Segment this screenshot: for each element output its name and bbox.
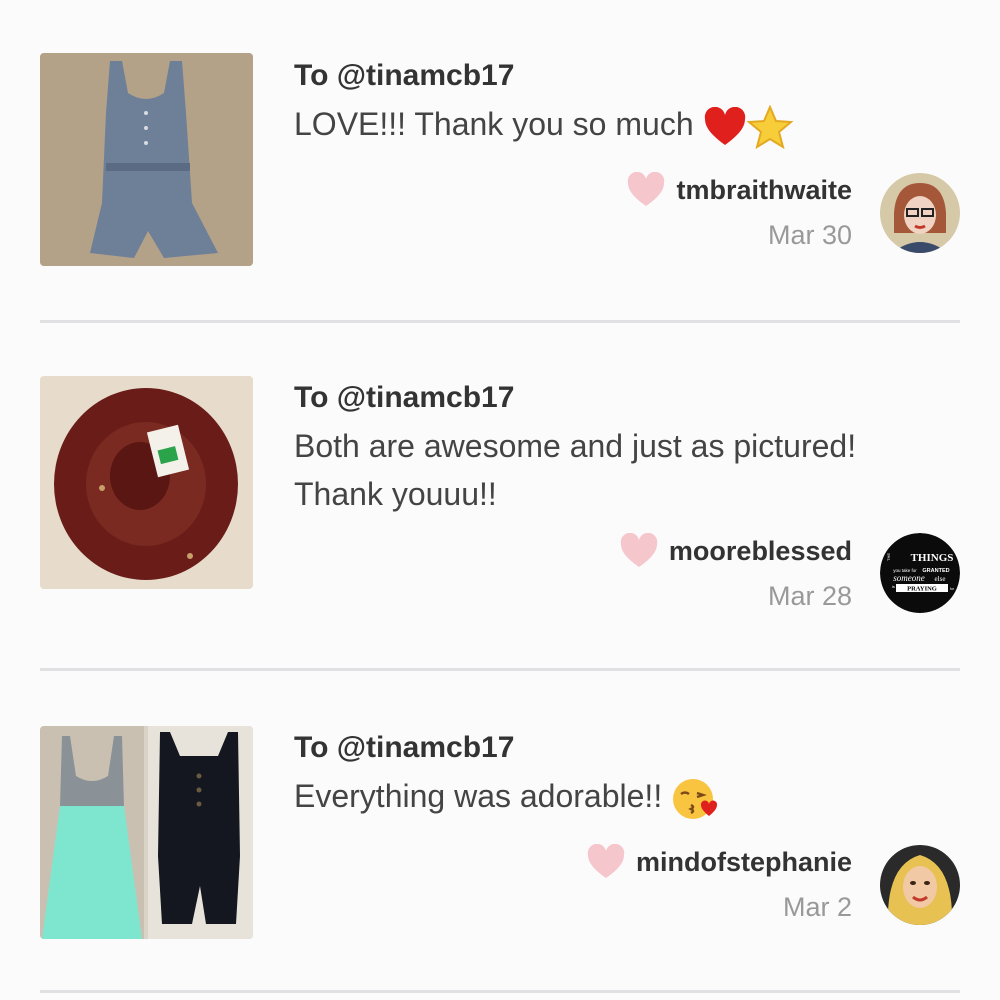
svg-text:else: else: [935, 575, 946, 583]
reviewer-avatar[interactable]: THINGS you take for GRANTED someone else…: [880, 533, 960, 613]
review-recipient: To @tinamcb17: [294, 381, 515, 414]
review-message: Both are awesome and just as pictured! T…: [294, 428, 857, 512]
review-date: Mar 28: [767, 581, 852, 611]
review-message: Everything was adorable!!: [294, 772, 960, 822]
divider: [40, 668, 960, 671]
divider: [40, 990, 960, 993]
like-heart-icon[interactable]: [626, 172, 666, 208]
reviewer-username[interactable]: tmbraithwaite: [676, 175, 852, 206]
listing-photo-dress-romper[interactable]: [40, 726, 253, 939]
star-icon: [746, 104, 793, 149]
divider: [40, 320, 960, 323]
reviewer-username[interactable]: mindofstephanie: [636, 847, 852, 878]
listing-photo-scarf[interactable]: [40, 376, 253, 589]
reviewer-username[interactable]: mooreblessed: [669, 536, 852, 567]
like-heart-icon[interactable]: [619, 533, 659, 569]
svg-text:THINGS: THINGS: [911, 552, 954, 564]
svg-text:THE: THE: [886, 553, 891, 561]
red-heart-icon: [704, 106, 745, 145]
svg-text:is: is: [892, 584, 895, 589]
svg-text:someone: someone: [893, 573, 925, 583]
kissing-face-icon: [673, 778, 718, 819]
reviewer-avatar[interactable]: [880, 173, 960, 253]
svg-text:PRAYING: PRAYING: [907, 586, 937, 593]
review-date: Mar 30: [767, 220, 852, 250]
review-recipient: To @tinamcb17: [294, 731, 515, 764]
svg-text:GRANTED: GRANTED: [922, 568, 949, 574]
listing-photo-romper[interactable]: [40, 53, 253, 266]
review-recipient: To @tinamcb17: [294, 59, 515, 92]
review-date: Mar 2: [782, 892, 852, 922]
reviewer-avatar[interactable]: [880, 845, 960, 925]
review-message: LOVE!!! Thank you so much: [294, 100, 960, 149]
like-heart-icon[interactable]: [586, 844, 626, 880]
